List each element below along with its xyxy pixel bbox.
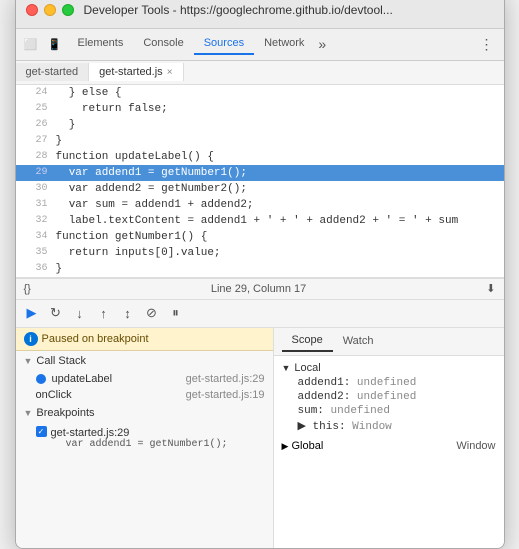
info-icon: i [24, 332, 38, 346]
file-tabs: get-started get-started.js × [16, 61, 504, 85]
scope-global-section: ▶ Global Window [282, 438, 496, 454]
pause-on-exceptions-button[interactable]: ⏸ [166, 303, 186, 323]
bp-checkbox-0[interactable] [36, 426, 47, 437]
breakpoints-list: get-started.js:29 var addend1 = getNumbe… [16, 423, 273, 454]
scope-global-expand: ▶ Global [282, 440, 324, 452]
tab-sources[interactable]: Sources [194, 33, 254, 55]
breakpoints-triangle: ▼ [24, 408, 33, 418]
more-tabs-icon[interactable]: » [314, 36, 330, 52]
file-tab-label: get-started [26, 66, 79, 78]
code-line-29: 29 var addend1 = getNumber1(); [16, 165, 504, 181]
scope-item-this[interactable]: ▶ this: Window [282, 418, 496, 434]
bottom-section: ▶ ↻ ↓ ↑ ↕ ⊘ ⏸ i Paused on breakpoint ▼ C… [16, 300, 504, 548]
devtools-window: Developer Tools - https://googlechrome.g… [15, 0, 505, 549]
left-panel: i Paused on breakpoint ▼ Call Stack upda… [16, 328, 274, 548]
code-line-25: 25 return false; [16, 101, 504, 117]
sum-value: undefined [331, 405, 390, 417]
call-stack-header[interactable]: ▼ Call Stack [16, 351, 273, 371]
status-scroll-icon: ⬇ [486, 282, 495, 295]
traffic-lights [26, 4, 74, 16]
code-line-31: 31 var sum = addend1 + addend2; [16, 197, 504, 213]
frame-icon-0 [36, 374, 46, 384]
window-title: Developer Tools - https://googlechrome.g… [84, 3, 393, 17]
close-button[interactable] [26, 4, 38, 16]
scope-item-addend2: addend2: undefined [282, 390, 496, 404]
addend1-value: undefined [357, 377, 416, 389]
code-line-30: 30 var addend2 = getNumber2(); [16, 181, 504, 197]
code-line-24: 24 } else { [16, 85, 504, 101]
titlebar: Developer Tools - https://googlechrome.g… [16, 0, 504, 29]
inspect-icon[interactable]: ⬜ [20, 33, 42, 55]
bottom-panel: i Paused on breakpoint ▼ Call Stack upda… [16, 328, 504, 548]
step-button[interactable]: ↕ [118, 303, 138, 323]
breakpoint-item-0: get-started.js:29 var addend1 = getNumbe… [36, 425, 265, 450]
bp-location: get-started.js:29 [51, 425, 228, 439]
tab-network[interactable]: Network [254, 33, 314, 55]
scope-global-value: Window [456, 440, 495, 452]
call-stack-triangle: ▼ [24, 356, 33, 366]
scope-local-header[interactable]: ▼ Local [282, 360, 496, 376]
call-stack-label: Call Stack [36, 355, 86, 367]
step-over-button[interactable]: ↻ [46, 303, 66, 323]
addend2-value: undefined [357, 391, 416, 403]
maximize-button[interactable] [62, 4, 74, 16]
scope-item-sum: sum: undefined [282, 404, 496, 418]
device-icon[interactable]: 📱 [44, 33, 66, 55]
tab-watch[interactable]: Watch [333, 331, 384, 351]
file-tab-get-started-js[interactable]: get-started.js × [89, 63, 183, 81]
call-stack-item-1[interactable]: onClick get-started.js:19 [16, 387, 273, 403]
resume-button[interactable]: ▶ [22, 303, 42, 323]
tab-scope[interactable]: Scope [282, 330, 333, 352]
status-position: Line 29, Column 17 [211, 283, 306, 295]
code-line-36: 36 } [16, 261, 504, 277]
debug-toolbar: ▶ ↻ ↓ ↑ ↕ ⊘ ⏸ [16, 300, 504, 328]
deactivate-breakpoints-button[interactable]: ⊘ [142, 303, 162, 323]
frame-name-0: updateLabel [52, 373, 113, 385]
step-out-button[interactable]: ↑ [94, 303, 114, 323]
step-into-button[interactable]: ↓ [70, 303, 90, 323]
tab-console[interactable]: Console [133, 33, 193, 55]
breakpoint-notice-text: Paused on breakpoint [42, 333, 149, 345]
file-tab-get-started[interactable]: get-started [16, 63, 90, 81]
bp-code-text: var addend1 = getNumber1(); [66, 439, 228, 450]
scope-global-label: Global [291, 440, 323, 452]
file-tab-close-icon[interactable]: × [167, 67, 173, 78]
tab-elements[interactable]: Elements [68, 33, 134, 55]
code-line-28: 28 function updateLabel() { [16, 149, 504, 165]
call-stack-item-0[interactable]: updateLabel get-started.js:29 [16, 371, 273, 387]
breakpoints-header[interactable]: ▼ Breakpoints [16, 403, 273, 423]
right-panel: Scope Watch ▼ Local addend1: undefined a [274, 328, 504, 548]
frame-name-1: onClick [36, 389, 72, 401]
bp-details: get-started.js:29 var addend1 = getNumbe… [51, 425, 228, 450]
scope-local-triangle: ▼ [282, 363, 291, 373]
curly-braces-icon: {} [24, 283, 31, 295]
code-line-26: 26 } [16, 117, 504, 133]
frame-location-0: get-started.js:29 [186, 373, 265, 385]
menu-icon[interactable]: ⋮ [474, 36, 500, 53]
bp-loc-text: get-started.js:29 [51, 427, 130, 439]
code-editor[interactable]: 24 } else { 25 return false; 26 } 27 } 2… [16, 85, 504, 278]
code-line-34: 34 function getNumber1() { [16, 229, 504, 245]
scope-local-section: ▼ Local addend1: undefined addend2: unde… [282, 360, 496, 434]
right-tabs: Scope Watch [274, 328, 504, 356]
status-bar: {} Line 29, Column 17 ⬇ [16, 278, 504, 300]
minimize-button[interactable] [44, 4, 56, 16]
tabbar: ⬜ 📱 Elements Console Sources Network » ⋮ [16, 29, 504, 61]
code-line-32: 32 label.textContent = addend1 + ' + ' +… [16, 213, 504, 229]
breakpoint-notice: i Paused on breakpoint [16, 328, 273, 351]
scope-global-header[interactable]: ▶ Global Window [282, 438, 496, 454]
scope-local-label: Local [294, 362, 320, 374]
code-line-27: 27 } [16, 133, 504, 149]
scope-content: ▼ Local addend1: undefined addend2: unde… [274, 356, 504, 462]
code-line-35: 35 return inputs[0].value; [16, 245, 504, 261]
breakpoints-label: Breakpoints [36, 407, 94, 419]
file-tab-js-label: get-started.js [99, 66, 163, 78]
scope-item-addend1: addend1: undefined [282, 376, 496, 390]
frame-location-1: get-started.js:19 [186, 389, 265, 401]
